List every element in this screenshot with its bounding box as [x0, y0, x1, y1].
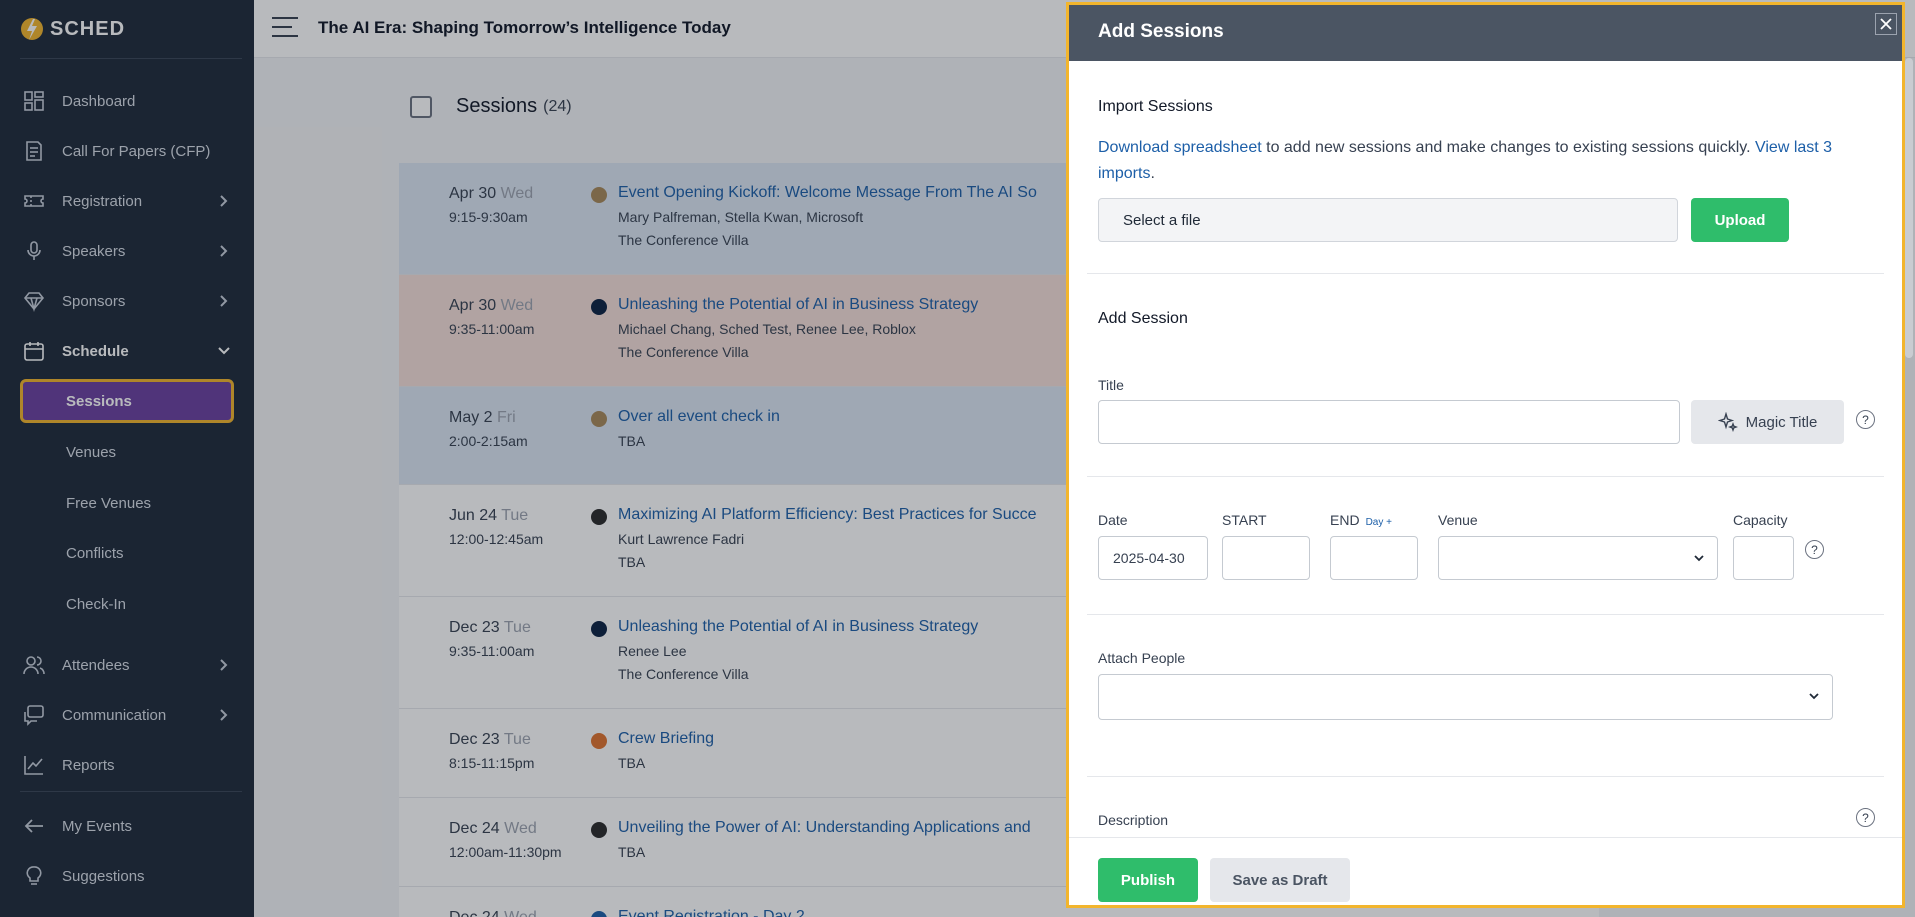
add-session-heading: Add Session	[1098, 310, 1188, 327]
description-help-icon[interactable]: ?	[1856, 808, 1875, 827]
date-label: Date	[1098, 512, 1128, 528]
title-label: Title	[1098, 377, 1124, 393]
chevron-down-icon	[1694, 555, 1704, 562]
attach-people-label: Attach People	[1098, 650, 1186, 666]
section-divider	[1087, 476, 1884, 477]
publish-button[interactable]: Publish	[1098, 858, 1198, 902]
attach-people-select[interactable]	[1098, 674, 1833, 720]
close-button[interactable]	[1875, 13, 1897, 35]
save-draft-button[interactable]: Save as Draft	[1210, 858, 1350, 902]
capacity-label: Capacity	[1733, 512, 1788, 528]
venue-label: Venue	[1438, 512, 1478, 528]
file-select-input[interactable]: Select a file	[1098, 198, 1678, 242]
capacity-input[interactable]	[1733, 536, 1794, 580]
chevron-down-icon	[1809, 693, 1819, 700]
description-label: Description	[1098, 812, 1169, 828]
start-time-input[interactable]	[1222, 536, 1310, 580]
panel-footer: Publish Save as Draft	[1069, 837, 1902, 905]
import-text: to add new sessions and make changes to …	[1261, 139, 1755, 156]
start-label: START	[1222, 512, 1267, 528]
title-help-icon[interactable]: ?	[1856, 410, 1875, 429]
end-label-group: END Day +	[1330, 512, 1392, 528]
import-sessions-heading: Import Sessions	[1098, 98, 1213, 115]
magic-title-button[interactable]: Magic Title	[1691, 400, 1844, 444]
magic-title-label: Magic Title	[1745, 413, 1818, 431]
sparkle-icon	[1717, 412, 1738, 432]
venue-select[interactable]	[1438, 536, 1718, 580]
add-sessions-panel: Add Sessions Import Sessions Download sp…	[1066, 2, 1905, 908]
end-label: END	[1330, 512, 1360, 528]
download-spreadsheet-link[interactable]: Download spreadsheet	[1098, 139, 1262, 156]
panel-scrollbar[interactable]	[1905, 58, 1913, 358]
day-plus-toggle[interactable]: Day +	[1366, 517, 1392, 528]
upload-button[interactable]: Upload	[1691, 198, 1789, 242]
end-time-input[interactable]	[1330, 536, 1418, 580]
close-icon	[1880, 18, 1892, 30]
panel-header: Add Sessions	[1069, 5, 1902, 61]
import-period: .	[1150, 165, 1155, 182]
section-divider	[1087, 614, 1884, 615]
title-input[interactable]	[1098, 400, 1680, 444]
section-divider	[1087, 776, 1884, 777]
panel-title: Add Sessions	[1098, 21, 1224, 42]
section-divider	[1087, 273, 1884, 274]
date-input[interactable]: 2025-04-30	[1098, 536, 1208, 580]
capacity-help-icon[interactable]: ?	[1805, 540, 1824, 559]
import-description: Download spreadsheet to add new sessions…	[1098, 135, 1878, 187]
